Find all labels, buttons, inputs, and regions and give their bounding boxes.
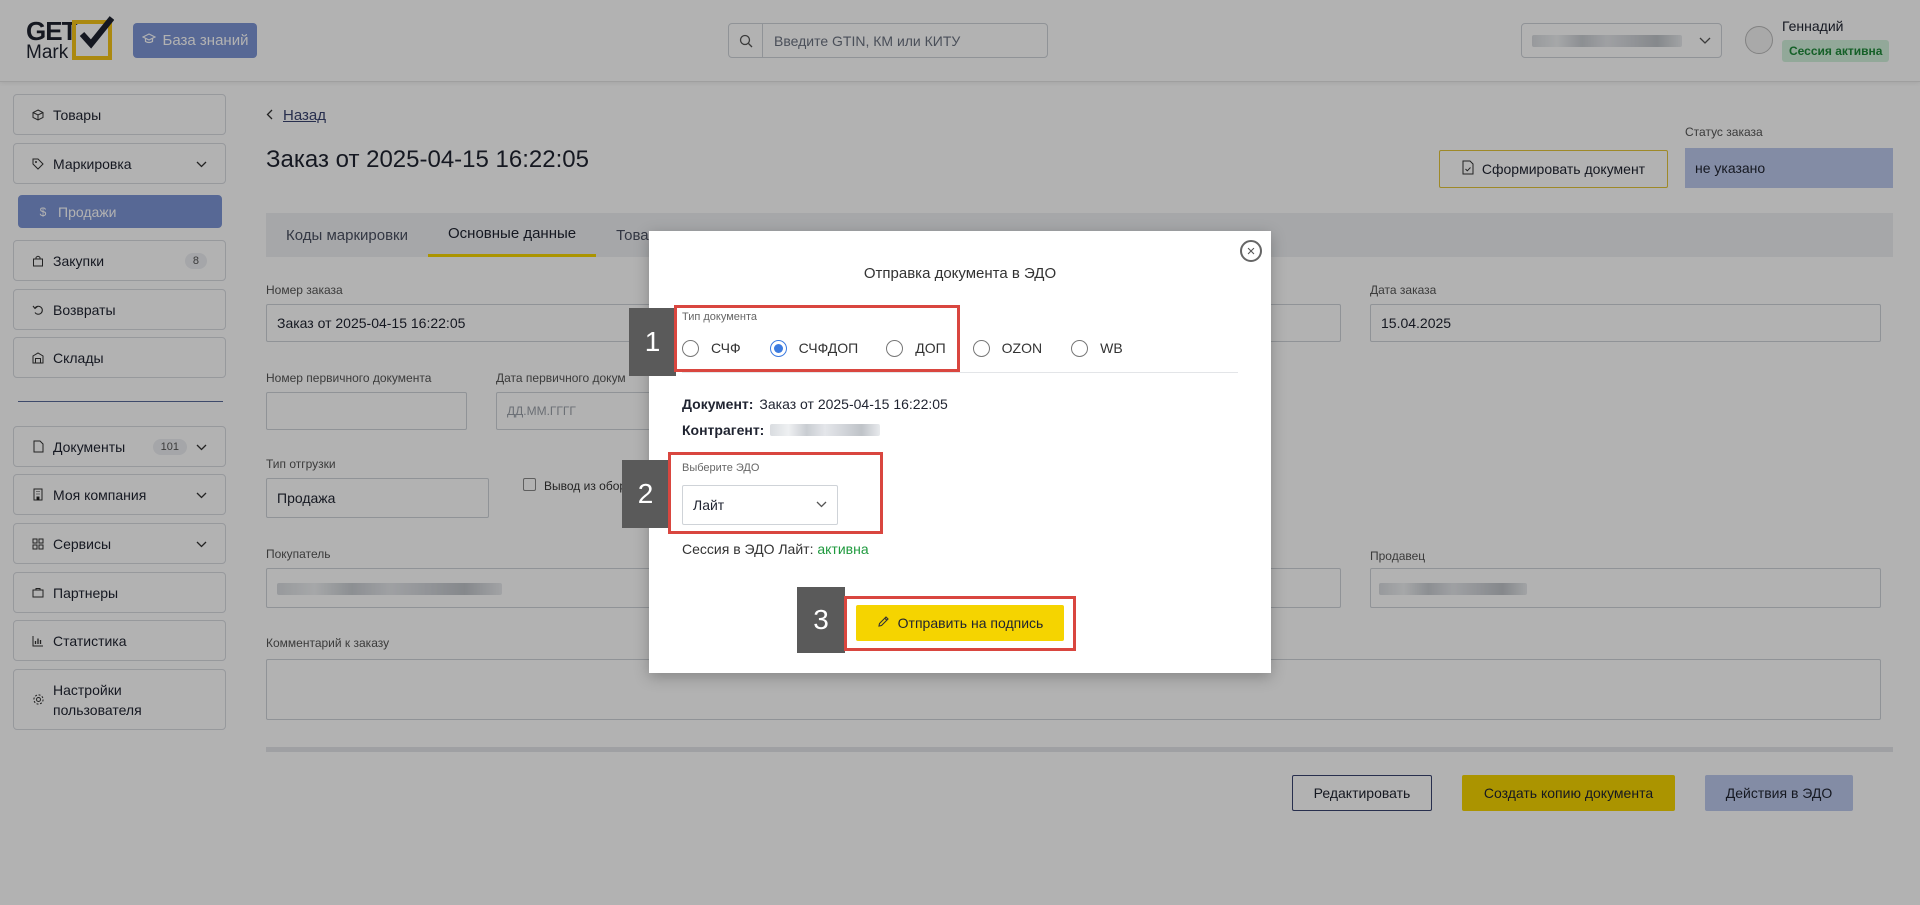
annotation-number-3: 3: [797, 587, 845, 653]
modal-title: Отправка документа в ЭДО: [863, 265, 1057, 282]
radio-ozon[interactable]: OZON: [972, 339, 1043, 357]
document-value: Заказ от 2025-04-15 16:22:05: [759, 396, 948, 412]
radio-label: WB: [1100, 340, 1123, 356]
edo-session-active: активна: [817, 541, 869, 557]
annotation-box-3: [844, 596, 1076, 651]
annotation-box-2: [668, 452, 883, 534]
modal-divider: [682, 372, 1238, 373]
radio-label: OZON: [1001, 340, 1043, 356]
counterparty-label: Контрагент:: [682, 422, 765, 438]
close-icon[interactable]: ×: [1240, 240, 1262, 262]
counterparty-value-blurred: [770, 423, 881, 437]
radio-wb[interactable]: WB: [1071, 339, 1123, 357]
radio-circle[interactable]: [972, 339, 990, 357]
document-info: Документ: Заказ от 2025-04-15 16:22:05: [682, 396, 948, 412]
annotation-number-1: 1: [629, 308, 676, 376]
radio-circle[interactable]: [1071, 339, 1089, 357]
document-label: Документ:: [682, 396, 754, 412]
edo-session-status: Сессия в ЭДО Лайт: активна: [682, 541, 869, 557]
edo-session-text: Сессия в ЭДО Лайт:: [682, 541, 814, 557]
annotation-box-1: [674, 305, 960, 372]
counterparty-info: Контрагент:: [682, 422, 881, 438]
annotation-number-2: 2: [622, 460, 669, 528]
